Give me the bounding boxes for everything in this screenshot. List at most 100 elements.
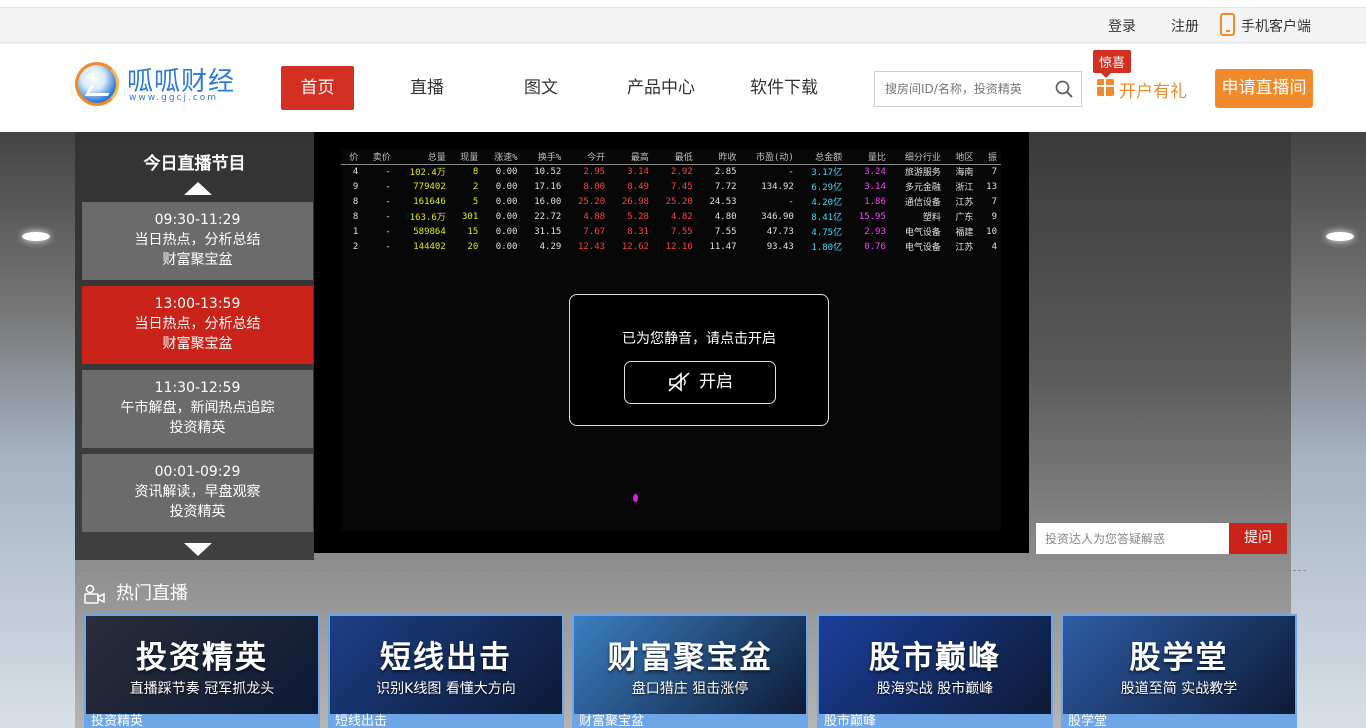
live-card-market-peak[interactable]: 股市巅峰 股海实战 股市巅峰 股市巅峰 bbox=[817, 614, 1053, 728]
section-divider bbox=[75, 570, 1306, 571]
quote-cell: 1.80亿 bbox=[811, 243, 843, 253]
scroll-up-arrow-icon[interactable] bbox=[184, 182, 212, 195]
quote-cell: 2.92 bbox=[671, 166, 693, 177]
quote-cell: 4.80 bbox=[714, 211, 737, 222]
quote-header-cell: 昨收 bbox=[696, 149, 741, 165]
quote-cell: 10 bbox=[986, 226, 997, 237]
quote-cell: - bbox=[788, 166, 794, 177]
top-strip bbox=[0, 0, 1366, 8]
card-title: 短线出击 bbox=[380, 640, 512, 676]
apply-live-room-button[interactable]: 申请直播间 bbox=[1215, 69, 1313, 108]
quote-cell: 589864 bbox=[413, 226, 446, 237]
quote-row: 9 - 779402 2 0.00 17.16 8.00 8.49 7.45 7.72 134.92… bbox=[341, 179, 1001, 194]
quote-cell: 4.75亿 bbox=[811, 228, 843, 238]
scroll-down-arrow-icon[interactable] bbox=[184, 543, 212, 556]
quote-cell: 24.53 bbox=[709, 196, 737, 207]
login-link[interactable]: 登录 bbox=[1108, 16, 1136, 36]
quote-cell: 5.28 bbox=[627, 211, 649, 222]
quote-row: 8 - 163.6万 301 0.00 22.72 4.88 5.28 4.82 4.80 346.… bbox=[341, 209, 1001, 224]
live-camera-icon bbox=[84, 584, 105, 604]
search-icon[interactable] bbox=[1055, 80, 1073, 98]
unmute-button[interactable]: 开启 bbox=[624, 361, 776, 404]
quote-cell: 7.55 bbox=[714, 226, 737, 237]
live-card-investment-elite[interactable]: 投资精英 直播踩节奏 冠军抓龙头 投资精英 bbox=[84, 614, 320, 728]
nav-download[interactable]: 软件下载 bbox=[741, 66, 827, 110]
card-slogan: 股道至简 实战教学 bbox=[1120, 681, 1238, 697]
schedule-slot[interactable]: 00:01-09:29 资讯解读，早盘观察 投资精英 bbox=[82, 454, 313, 532]
quote-cell: 13 bbox=[986, 181, 997, 192]
quote-cell: 144402 bbox=[413, 241, 446, 252]
slot-topic: 资讯解读，早盘观察 bbox=[134, 484, 261, 500]
quote-cell: 4.20亿 bbox=[811, 198, 843, 208]
quote-cell: 8 bbox=[472, 166, 479, 177]
search-input[interactable] bbox=[875, 72, 1051, 106]
quote-cell: 12.62 bbox=[621, 241, 649, 252]
nav-products[interactable]: 产品中心 bbox=[618, 66, 704, 110]
quote-cell: 4 bbox=[991, 241, 997, 252]
quote-cell: 31.15 bbox=[534, 226, 562, 237]
quote-cell: 2.95 bbox=[583, 166, 606, 177]
quote-cell: 346.90 bbox=[761, 211, 794, 222]
schedule-slot[interactable]: 11:30-12:59 午市解盘，新闻热点追踪 投资精英 bbox=[82, 370, 313, 448]
header: 呱呱财经 www.ggcj.com 首页 直播 图文 产品中心 软件下载 惊喜 … bbox=[0, 44, 1366, 132]
ask-button[interactable]: 提问 bbox=[1229, 523, 1287, 554]
surprise-badge: 惊喜 bbox=[1093, 50, 1132, 78]
live-stage: 今日直播节目 09:30-11:29 当日热点，分析总结 财富聚宝盆 13:00… bbox=[0, 132, 1366, 728]
card-title: 股市巅峰 bbox=[869, 640, 1001, 676]
quote-cell: 电气设备 bbox=[904, 228, 941, 238]
quote-cell: 通信设备 bbox=[904, 198, 941, 208]
quote-cell: 0.00 bbox=[495, 226, 518, 237]
logo-url-text: www.ggcj.com bbox=[129, 93, 219, 103]
quote-cell: 26.98 bbox=[621, 196, 649, 207]
quote-cell: 0.00 bbox=[495, 241, 518, 252]
schedule-slot[interactable]: 09:30-11:29 当日热点，分析总结 财富聚宝盆 bbox=[82, 202, 313, 280]
quote-cell: 4.88 bbox=[583, 211, 606, 222]
quote-cell: 2 bbox=[472, 181, 479, 192]
register-link[interactable]: 注册 bbox=[1171, 16, 1199, 36]
quote-header-row: 价卖价 总量 现量 涨速% 换手% 今开 最高 最低 昨收 市盈(动) 总金额 量比 细分行业 地区振 bbox=[341, 149, 1001, 165]
quote-cell: 102.4万 bbox=[409, 168, 446, 179]
card-slogan: 直播踩节奏 冠军抓龙头 bbox=[129, 681, 275, 697]
slot-host: 投资精英 bbox=[169, 420, 226, 436]
quote-cell: 9 bbox=[991, 211, 997, 222]
logo-icon bbox=[75, 62, 119, 106]
quote-cell: 8 bbox=[352, 196, 359, 207]
quote-cell: 301 bbox=[461, 211, 479, 222]
quote-cell: 4.82 bbox=[671, 211, 693, 222]
mobile-phone-icon[interactable] bbox=[1220, 13, 1235, 36]
quote-cell: 8 bbox=[352, 211, 359, 222]
quote-cell: 12.16 bbox=[665, 241, 693, 252]
quote-cell: - bbox=[385, 196, 391, 207]
quote-cell: 16.00 bbox=[534, 196, 562, 207]
search-box bbox=[874, 71, 1082, 107]
quote-cell: 旅游服务 bbox=[904, 168, 941, 179]
open-account-gift-link[interactable]: 开户有礼 bbox=[1119, 77, 1187, 102]
quote-cell: 0.00 bbox=[495, 196, 518, 207]
mobile-client-link[interactable]: 手机客户端 bbox=[1241, 16, 1311, 36]
live-card-treasure-bowl[interactable]: 财富聚宝盆 盘口猎庄 狙击涨停 财富聚宝盆 bbox=[572, 614, 808, 728]
site-logo[interactable]: 呱呱财经 www.ggcj.com bbox=[75, 59, 255, 114]
top-bar: 登录 注册 手机客户端 bbox=[0, 8, 1366, 43]
schedule-slot-active[interactable]: 13:00-13:59 当日热点，分析总结 财富聚宝盆 bbox=[82, 286, 313, 364]
card-slogan: 识别K线图 看懂大方向 bbox=[376, 681, 516, 697]
video-player[interactable]: 价卖价 总量 现量 涨速% 换手% 今开 最高 最低 昨收 市盈(动) 总金额 量比 细分行业 地区振 4 -… bbox=[314, 132, 1029, 553]
nav-articles[interactable]: 图文 bbox=[508, 66, 574, 110]
quote-header-cell: 最低 bbox=[652, 149, 697, 165]
live-card-stock-school[interactable]: 股学堂 股道至简 实战教学 股学堂 bbox=[1061, 614, 1297, 728]
quote-cell: - bbox=[385, 226, 391, 237]
question-input[interactable] bbox=[1036, 523, 1229, 554]
quote-cell: 塑料 bbox=[922, 213, 941, 223]
live-card-short-line[interactable]: 短线出击 识别K线图 看懂大方向 短线出击 bbox=[328, 614, 564, 728]
quote-cell: 15 bbox=[467, 226, 479, 237]
nav-home[interactable]: 首页 bbox=[281, 66, 354, 110]
quote-cell: 779402 bbox=[413, 181, 446, 192]
quote-cell: 2 bbox=[352, 241, 359, 252]
video-screen: 价卖价 总量 现量 涨速% 换手% 今开 最高 最低 昨收 市盈(动) 总金额 量比 细分行业 地区振 4 -… bbox=[341, 149, 1001, 531]
card-title: 财富聚宝盆 bbox=[607, 640, 773, 676]
card-caption: 股市巅峰 bbox=[819, 714, 1051, 726]
cursor-dot bbox=[633, 494, 638, 502]
quote-cell: 0.00 bbox=[495, 211, 518, 222]
card-caption: 投资精英 bbox=[86, 714, 318, 726]
nav-live[interactable]: 直播 bbox=[394, 66, 460, 110]
quote-header-cell: 地区 bbox=[944, 149, 978, 165]
